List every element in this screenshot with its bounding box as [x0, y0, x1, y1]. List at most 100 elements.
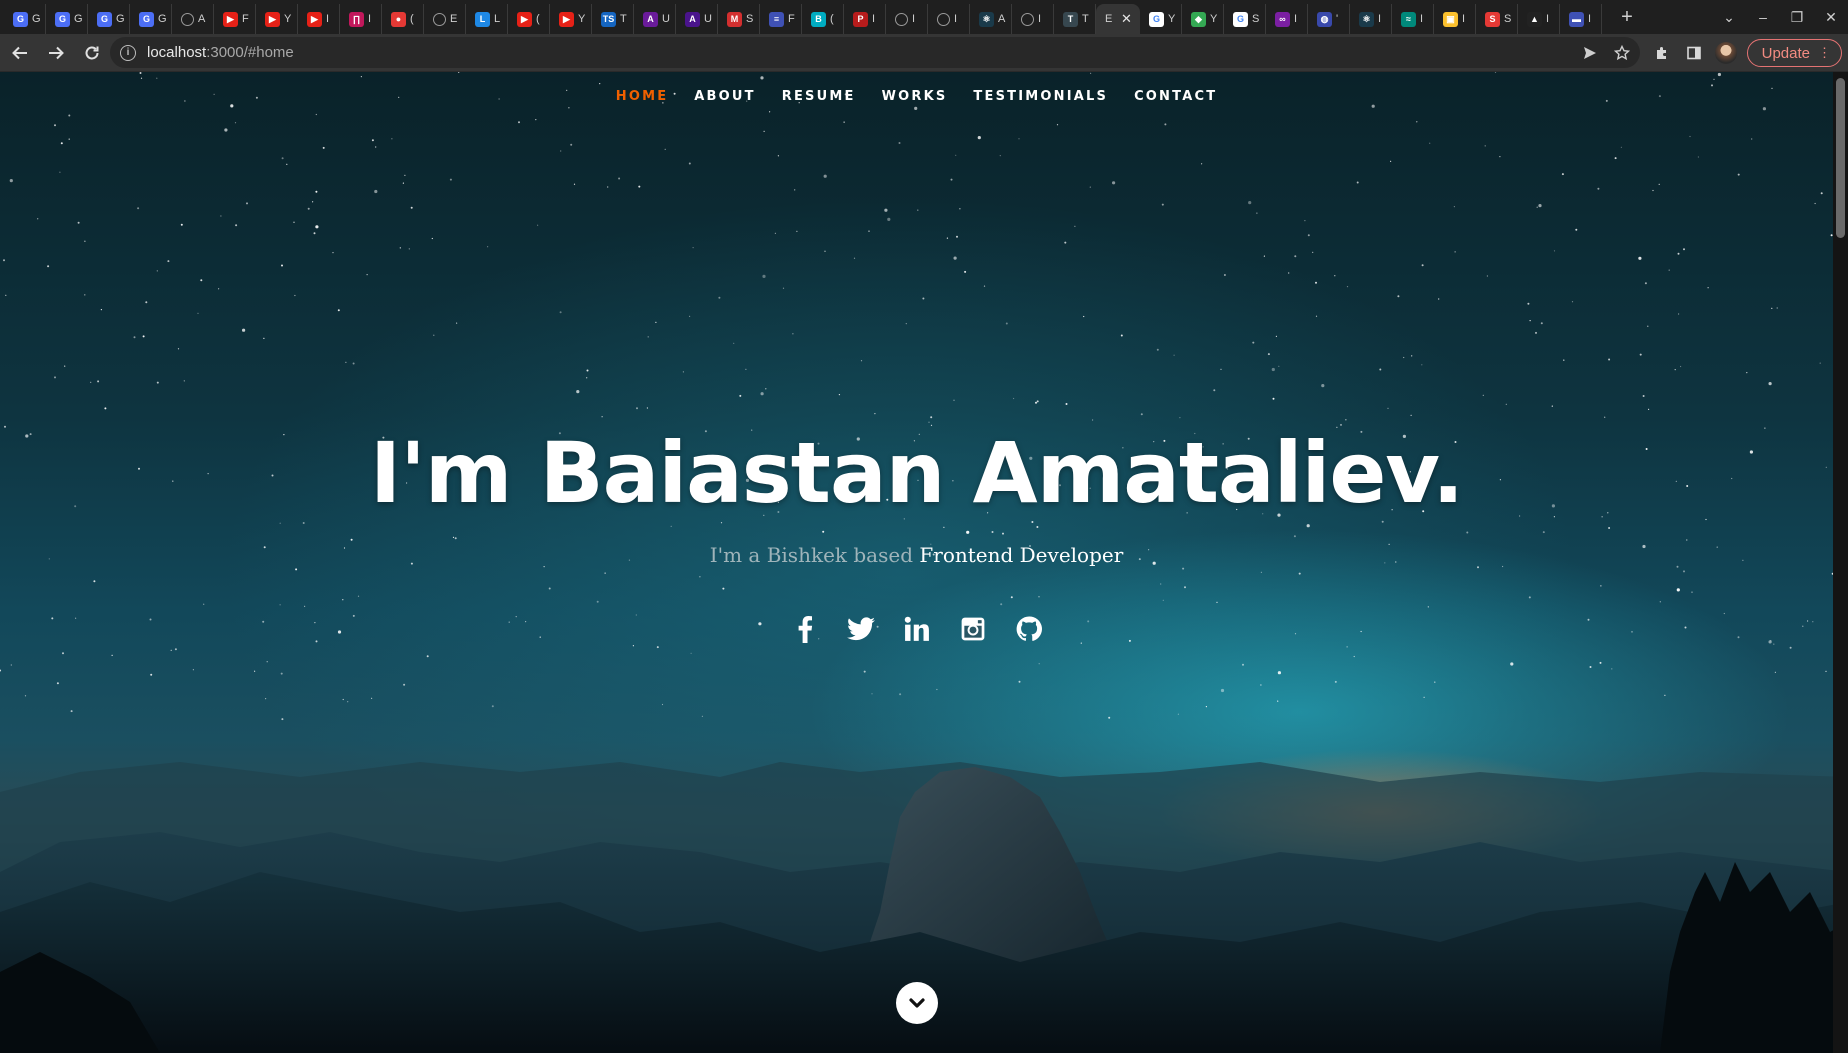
- tab-favicon-icon: ∞: [1275, 11, 1290, 27]
- browser-tab[interactable]: ▣ I: [1434, 4, 1476, 34]
- browser-tab[interactable]: ▬ I: [1560, 4, 1602, 34]
- browser-tab[interactable]: ▶ Y: [256, 4, 298, 34]
- browser-tab[interactable]: ▲ I: [1518, 4, 1560, 34]
- new-tab-button[interactable]: +: [1610, 2, 1644, 32]
- browser-tab[interactable]: E: [424, 4, 466, 34]
- tab-favicon-icon: ∏: [349, 11, 364, 27]
- tab-title: F: [788, 13, 795, 25]
- address-bar[interactable]: i localhost:3000/#home: [110, 37, 1640, 68]
- facebook-link[interactable]: [788, 612, 822, 646]
- tab-title: Y: [1168, 13, 1176, 25]
- browser-tab[interactable]: I: [886, 4, 928, 34]
- hero-subtitle-role: Frontend Developer: [919, 543, 1124, 567]
- browser-tab[interactable]: ▶ Y: [550, 4, 592, 34]
- browser-tab[interactable]: GG: [46, 4, 88, 34]
- tab-title: G: [32, 13, 41, 25]
- update-button[interactable]: Update ⋮: [1746, 39, 1842, 67]
- extensions-icon[interactable]: [1651, 42, 1673, 64]
- browser-tab[interactable]: B(: [802, 4, 844, 34]
- tab-favicon-icon: G: [13, 11, 28, 27]
- close-window-button[interactable]: ✕: [1814, 0, 1848, 34]
- url-text[interactable]: localhost:3000/#home: [147, 44, 294, 61]
- tab-favicon-icon: M: [727, 11, 742, 27]
- nav-link-about[interactable]: ABOUT: [694, 89, 755, 104]
- browser-tab[interactable]: ▶ I: [298, 4, 340, 34]
- instagram-link[interactable]: [956, 612, 990, 646]
- nav-link-testimonials[interactable]: TESTIMONIALS: [973, 89, 1108, 104]
- browser-tab-active[interactable]: E ✕: [1096, 4, 1140, 34]
- browser-tab[interactable]: ◍ ': [1308, 4, 1350, 34]
- twitter-link[interactable]: [844, 612, 878, 646]
- forward-button[interactable]: [40, 37, 72, 69]
- browser-tab[interactable]: ●(: [382, 4, 424, 34]
- url-path: :3000/#home: [206, 44, 294, 61]
- close-tab-icon[interactable]: ✕: [1121, 11, 1132, 27]
- scrollbar-thumb[interactable]: [1836, 78, 1845, 238]
- browser-tab[interactable]: GS: [1224, 4, 1266, 34]
- browser-tab[interactable]: A: [172, 4, 214, 34]
- browser-tab[interactable]: GG: [4, 4, 46, 34]
- tab-favicon-icon: G: [55, 11, 70, 27]
- browser-tab[interactable]: I: [1012, 4, 1054, 34]
- menu-dots-icon: ⋮: [1818, 45, 1831, 60]
- browser-tab[interactable]: ⚛ I: [1350, 4, 1392, 34]
- tab-title: E: [1105, 13, 1113, 25]
- browser-tab[interactable]: PI: [844, 4, 886, 34]
- browser-tab[interactable]: LL: [466, 4, 508, 34]
- tab-search-icon[interactable]: ⌄: [1712, 0, 1746, 34]
- scroll-down-button[interactable]: [896, 982, 938, 1024]
- nav-link-home[interactable]: HOME: [616, 89, 669, 104]
- site-info-icon[interactable]: i: [120, 44, 136, 61]
- browser-tab[interactable]: GG: [130, 4, 172, 34]
- tab-title: F: [242, 13, 249, 25]
- restore-button[interactable]: ❐: [1780, 0, 1814, 34]
- tab-title: (: [830, 13, 834, 25]
- browser-tab[interactable]: AU: [634, 4, 676, 34]
- send-icon[interactable]: [1582, 45, 1598, 61]
- browser-tab[interactable]: ▶(: [508, 4, 550, 34]
- browser-tab[interactable]: ◆ Y: [1182, 4, 1224, 34]
- back-arrow-icon: [12, 46, 27, 59]
- browser-tab[interactable]: ≡ F: [760, 4, 802, 34]
- social-links: [0, 612, 1833, 646]
- browser-tab[interactable]: ▶ F: [214, 4, 256, 34]
- page-scrollbar[interactable]: [1833, 72, 1848, 1053]
- panel-icon: [1686, 46, 1701, 60]
- bookmark-star-icon[interactable]: [1614, 44, 1630, 61]
- tab-favicon-icon: [181, 12, 194, 26]
- browser-toolbar: i localhost:3000/#home Update ⋮: [0, 34, 1848, 72]
- tab-favicon-icon: ▶: [307, 11, 322, 27]
- browser-tab[interactable]: GY: [1140, 4, 1182, 34]
- tab-title: G: [74, 13, 83, 25]
- tab-favicon-icon: G: [1149, 11, 1164, 27]
- reload-button[interactable]: [76, 37, 108, 69]
- browser-tab[interactable]: AU: [676, 4, 718, 34]
- chevron-down-icon: [909, 998, 925, 1008]
- update-label: Update: [1761, 44, 1810, 62]
- tab-favicon-icon: S: [1485, 11, 1500, 27]
- browser-tab[interactable]: ≈ I: [1392, 4, 1434, 34]
- back-button[interactable]: [4, 37, 36, 69]
- browser-tab[interactable]: TS T: [592, 4, 634, 34]
- browser-tab[interactable]: GG: [88, 4, 130, 34]
- nav-link-contact[interactable]: CONTACT: [1134, 89, 1217, 104]
- profile-avatar[interactable]: [1714, 42, 1737, 64]
- browser-tab[interactable]: SS: [1476, 4, 1518, 34]
- browser-tab[interactable]: ⚛ A: [970, 4, 1012, 34]
- twitter-icon: [846, 617, 875, 641]
- tab-title: (: [536, 13, 540, 25]
- tab-favicon-icon: G: [139, 11, 154, 27]
- browser-tab[interactable]: TT: [1054, 4, 1096, 34]
- github-link[interactable]: [1012, 612, 1046, 646]
- browser-tab[interactable]: ∞ I: [1266, 4, 1308, 34]
- nav-link-resume[interactable]: RESUME: [782, 89, 856, 104]
- minimize-button[interactable]: –: [1746, 0, 1780, 34]
- tab-favicon-icon: G: [1233, 11, 1248, 27]
- nav-link-works[interactable]: WORKS: [882, 89, 948, 104]
- tab-favicon-icon: ⚛: [1359, 11, 1374, 27]
- browser-tab[interactable]: ∏ I: [340, 4, 382, 34]
- linkedin-link[interactable]: [900, 612, 934, 646]
- browser-tab[interactable]: I: [928, 4, 970, 34]
- browser-tab[interactable]: MS: [718, 4, 760, 34]
- side-panel-icon[interactable]: [1683, 42, 1705, 64]
